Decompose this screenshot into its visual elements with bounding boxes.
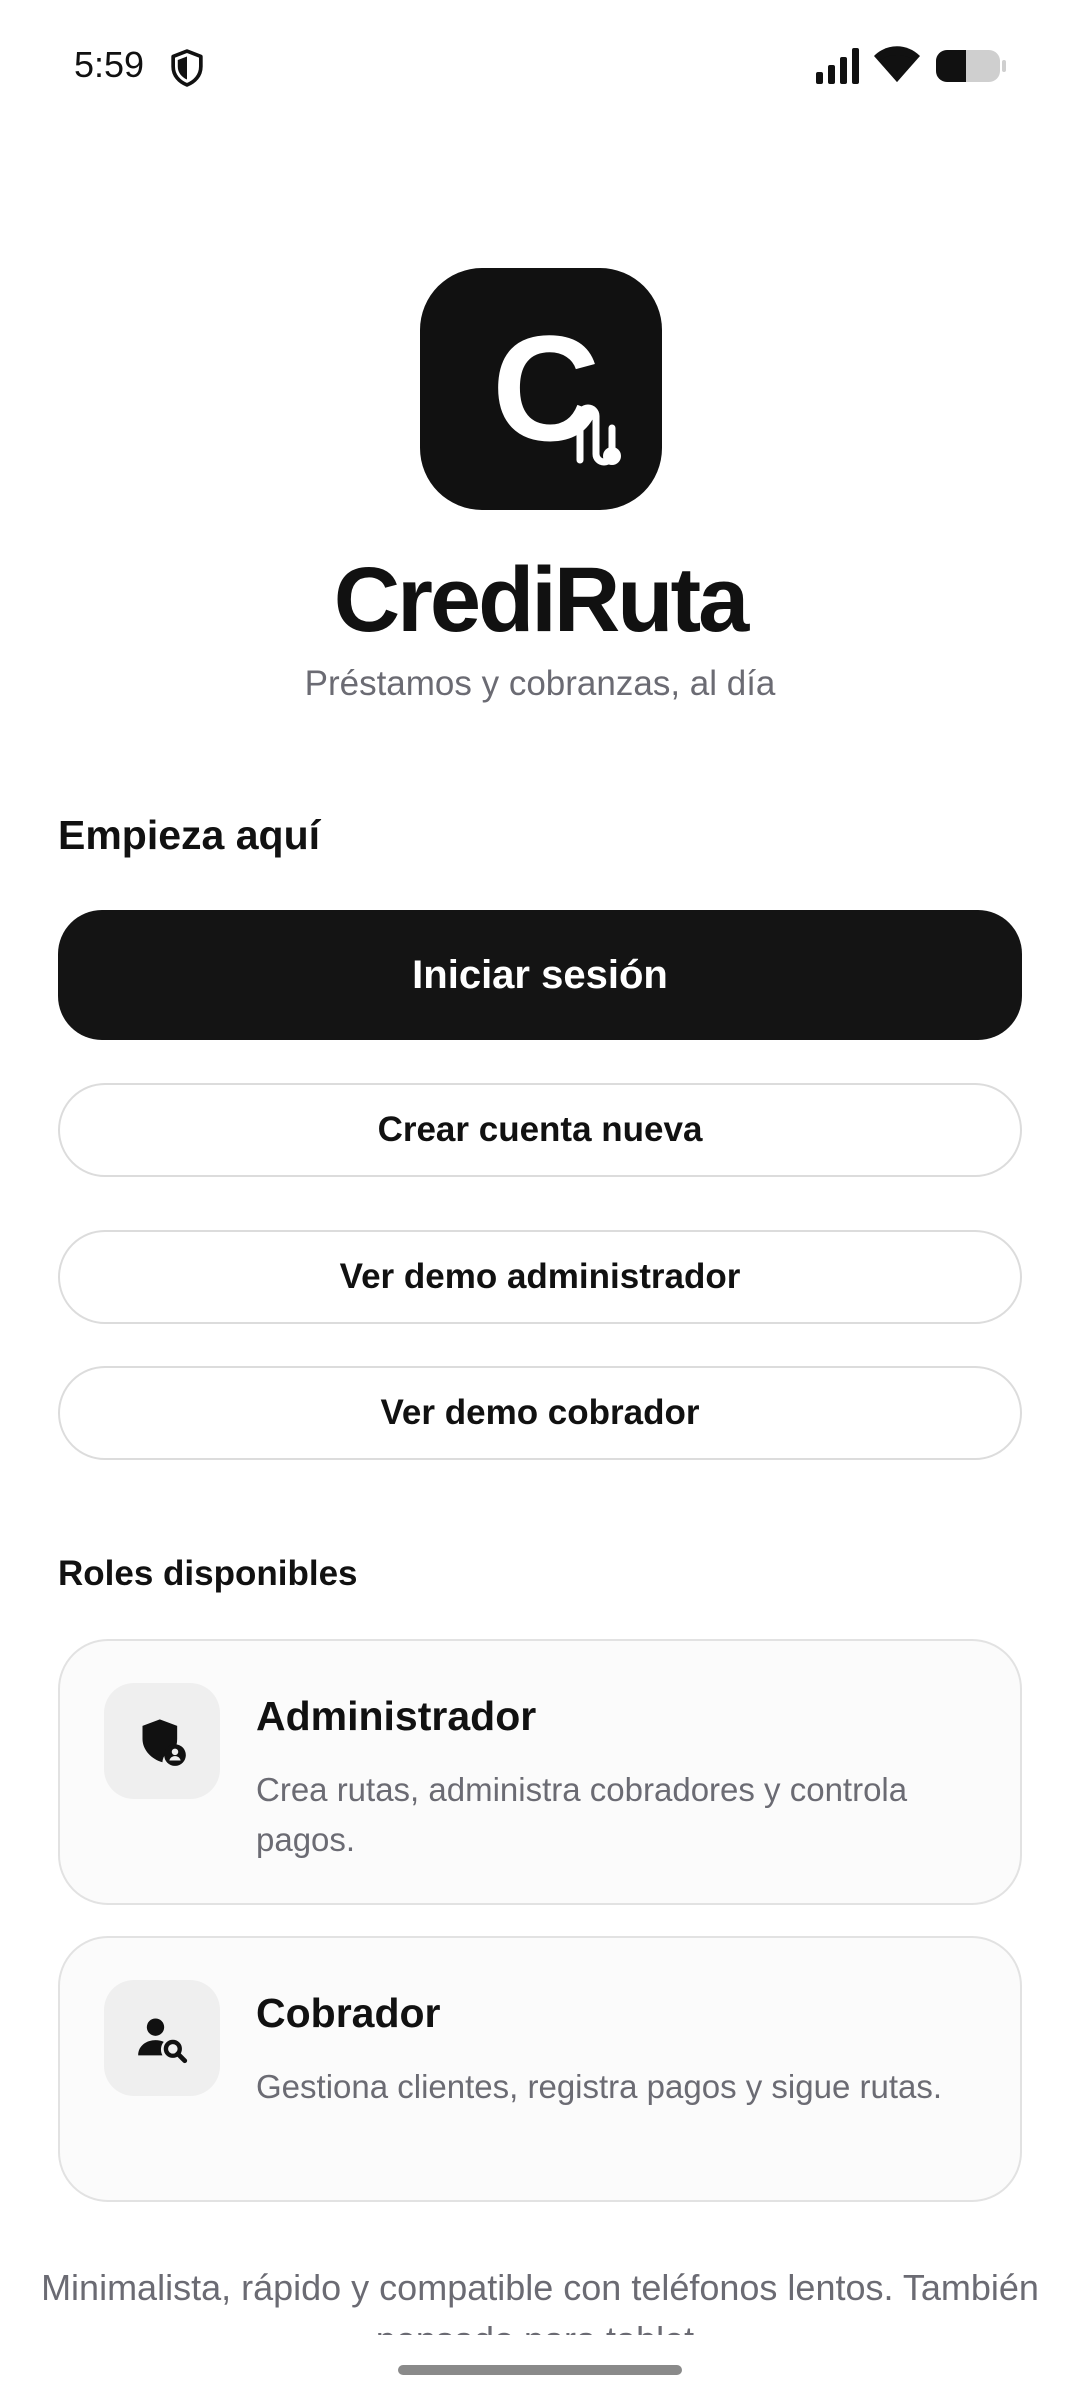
status-bar: 5:59 (0, 0, 1080, 132)
app-tagline: Préstamos y cobranzas, al día (304, 664, 776, 703)
logo-letter: C (492, 304, 600, 472)
start-section-title: Empieza aquí (58, 812, 321, 858)
person-search-icon (104, 1980, 220, 2096)
role-title-collector: Cobrador (256, 1990, 441, 2036)
wifi-icon (874, 46, 920, 84)
create-account-button[interactable]: Crear cuenta nueva (58, 1083, 1022, 1177)
shield-icon (168, 48, 206, 88)
role-description-collector: Gestiona clientes, registra pagos y sigu… (256, 2068, 943, 2105)
role-title-admin: Administrador (256, 1693, 537, 1739)
demo-admin-button[interactable]: Ver demo administrador (58, 1230, 1022, 1324)
admin-shield-icon (104, 1683, 220, 1799)
signal-icon (816, 48, 862, 84)
app-logo: C (420, 268, 662, 510)
welcome-screen: 5:59 C CrediRuta Préstamos y cobranzas, … (0, 0, 1080, 2400)
role-card-collector: Cobrador Gestiona clientes, registra pag… (58, 1936, 1022, 2202)
home-indicator[interactable] (398, 2365, 682, 2375)
footer-note: Minimalista, rápido y compatible con tel… (41, 2267, 1039, 2360)
roles-section-title: Roles disponibles (58, 1554, 358, 1593)
role-card-admin: Administrador Crea rutas, administra cob… (58, 1639, 1022, 1905)
demo-collector-button[interactable]: Ver demo cobrador (58, 1366, 1022, 1460)
role-description-admin: Crea rutas, administra cobradores y cont… (256, 1771, 908, 1858)
login-button[interactable]: Iniciar sesión (58, 910, 1022, 1040)
battery-icon (936, 50, 1006, 82)
app-name: CrediRuta (333, 549, 750, 651)
status-time: 5:59 (74, 44, 145, 85)
